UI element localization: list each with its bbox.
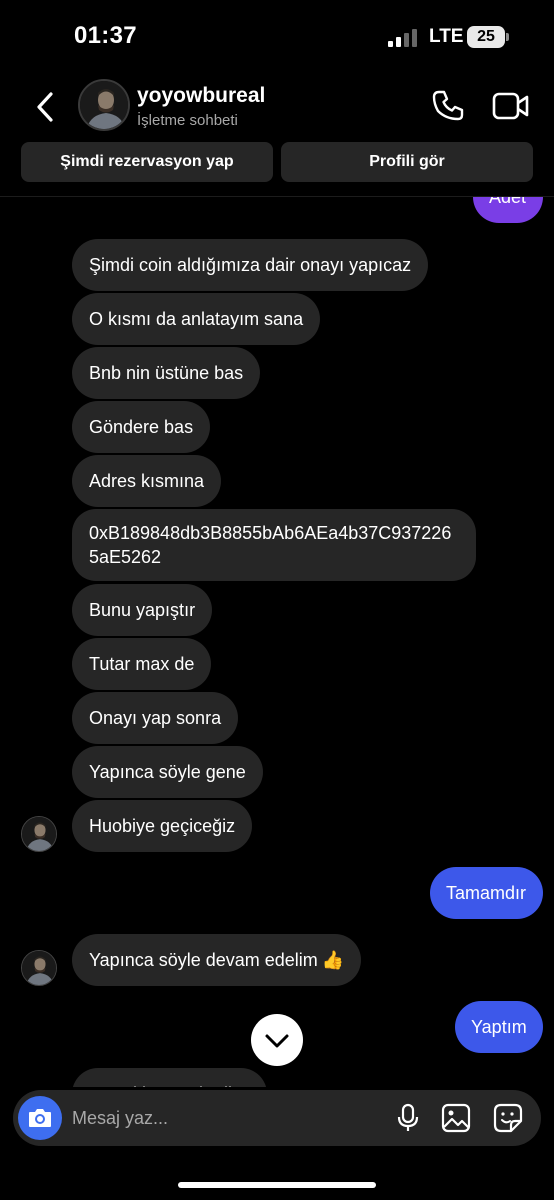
- battery-tip: [506, 33, 509, 41]
- contact-avatar[interactable]: [78, 79, 130, 131]
- incoming-message[interactable]: Yapınca söyle devam edelim 👍: [72, 934, 362, 986]
- back-arrow-icon[interactable]: [30, 90, 60, 124]
- message-thread[interactable]: Adet Şimdi coin aldığımıza dair onayı ya…: [0, 197, 554, 1087]
- message-input[interactable]: Mesaj yaz...: [72, 1108, 168, 1129]
- incoming-message[interactable]: Bnb nin üstüne bas: [72, 347, 261, 399]
- chat-header: yoyowbureal İşletme sohbeti: [0, 70, 554, 142]
- view-profile-button[interactable]: Profili gör: [281, 142, 533, 182]
- sender-avatar[interactable]: [21, 950, 57, 986]
- home-indicator: [178, 1182, 376, 1188]
- message-text: Yapınca söyle devam edelim: [89, 950, 318, 970]
- sender-avatar[interactable]: [21, 816, 57, 852]
- reservation-button[interactable]: Şimdi rezervasyon yap: [21, 142, 273, 182]
- incoming-message-address[interactable]: 0xB189848db3B8855bAb6AEa4b37C9372265aE52…: [72, 509, 476, 581]
- sticker-icon[interactable]: [493, 1103, 523, 1133]
- incoming-message[interactable]: Onayı yap sonra: [72, 692, 239, 744]
- network-type: LTE: [429, 26, 464, 47]
- contact-subtitle: İşletme sohbeti: [137, 112, 238, 129]
- outgoing-message[interactable]: Adet: [473, 197, 543, 223]
- incoming-message[interactable]: Göndere bas: [72, 401, 211, 453]
- scroll-down-button[interactable]: [251, 1014, 303, 1066]
- video-camera-icon[interactable]: [492, 90, 530, 122]
- microphone-icon[interactable]: [395, 1103, 421, 1133]
- outgoing-message[interactable]: Yaptım: [455, 1001, 543, 1053]
- signal-icon: [388, 29, 420, 47]
- incoming-message[interactable]: Tutar max de: [72, 638, 212, 690]
- phone-icon[interactable]: [430, 88, 466, 124]
- incoming-message-partial[interactable]: Genel kısmı şimdi…: [72, 1068, 268, 1087]
- incoming-message[interactable]: Şimdi coin aldığımıza dair onayı yapıcaz: [72, 239, 429, 291]
- incoming-message[interactable]: Yapınca söyle gene: [72, 746, 263, 798]
- status-bar: 01:37 LTE 25: [0, 0, 554, 70]
- contact-name[interactable]: yoyowbureal: [137, 84, 265, 108]
- battery-icon: 25: [467, 26, 505, 48]
- incoming-message[interactable]: O kısmı da anlatayım sana: [72, 293, 321, 345]
- camera-icon: [29, 1109, 51, 1127]
- incoming-message[interactable]: Adres kısmına: [72, 455, 222, 507]
- message-composer[interactable]: Mesaj yaz...: [13, 1090, 541, 1146]
- status-time: 01:37: [74, 22, 137, 49]
- thumbs-up-emoji: 👍: [321, 950, 345, 970]
- outgoing-message[interactable]: Tamamdır: [430, 867, 543, 919]
- camera-button[interactable]: [18, 1096, 62, 1140]
- incoming-message[interactable]: Bunu yapıştır: [72, 584, 213, 636]
- incoming-message[interactable]: Huobiye geçiceğiz: [72, 800, 253, 852]
- chevron-down-icon: [265, 1034, 289, 1048]
- gallery-icon[interactable]: [441, 1103, 471, 1133]
